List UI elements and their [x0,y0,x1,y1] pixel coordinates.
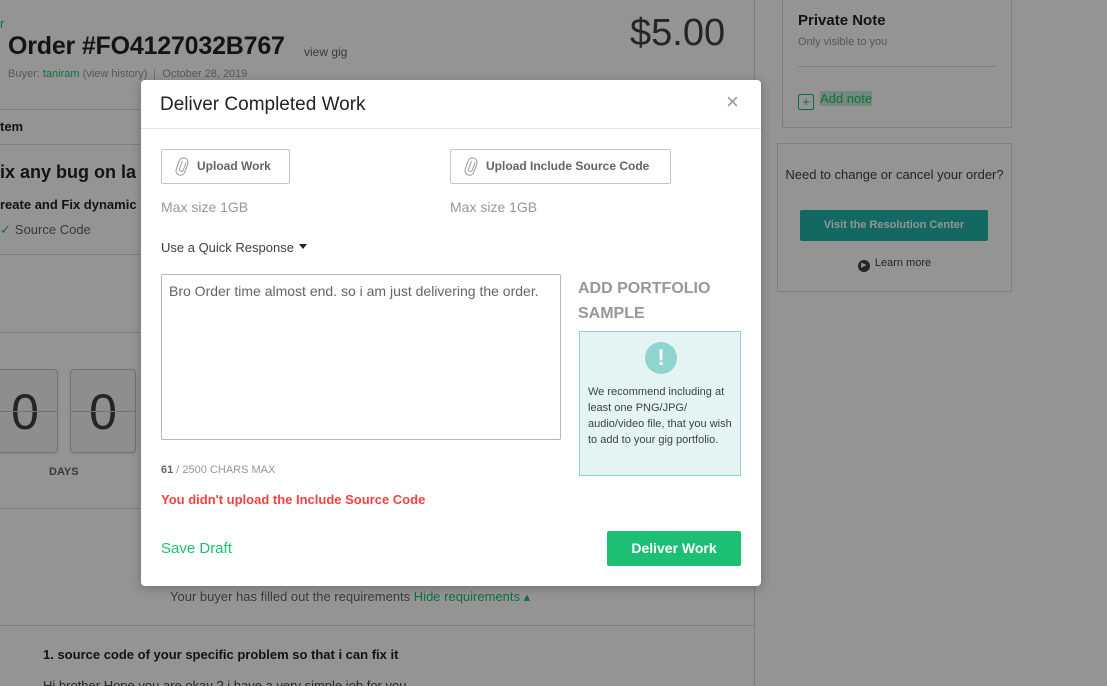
close-icon[interactable]: × [726,89,739,115]
paperclip-icon [174,155,190,178]
exclamation-icon: ! [645,342,677,374]
portfolio-tip-box: ! We recommend including at least one PN… [579,331,741,476]
paperclip-icon [463,155,479,178]
char-counter: 61 / 2500 CHARS MAX [161,464,276,476]
modal-title: Deliver Completed Work [160,94,366,115]
deliver-work-modal: Deliver Completed Work × Upload Work Upl… [141,80,761,586]
upload-source-code-button[interactable]: Upload Include Source Code [450,149,671,184]
error-message: You didn't upload the Include Source Cod… [161,492,426,507]
deliver-work-button[interactable]: Deliver Work [607,531,741,566]
divider [141,128,761,129]
save-draft-link[interactable]: Save Draft [161,540,232,557]
portfolio-title: ADD PORTFOLIO SAMPLE [578,280,711,322]
max-size-note: Max size 1GB [450,199,538,215]
portfolio-tip-text: We recommend including at least one PNG/… [588,386,732,446]
caret-down-icon [298,244,307,249]
upload-work-button[interactable]: Upload Work [161,149,290,184]
quick-response-dropdown[interactable]: Use a Quick Response [161,240,307,255]
delivery-message-textarea[interactable]: Bro Order time almost end. so i am just … [161,274,561,440]
max-size-note: Max size 1GB [161,199,249,215]
